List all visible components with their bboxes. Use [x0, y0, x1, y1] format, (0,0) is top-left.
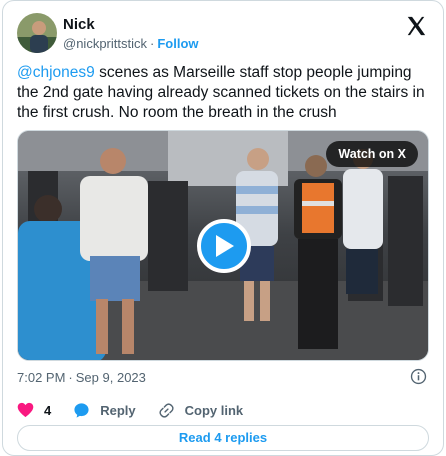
link-icon [159, 402, 174, 418]
like-button[interactable]: 4 [17, 402, 51, 418]
reply-button[interactable]: Reply [73, 402, 136, 419]
copy-link-button[interactable]: Copy link [158, 402, 244, 419]
author-handle[interactable]: @nickprittstick [63, 36, 147, 51]
reply-label: Reply [100, 402, 136, 418]
heart-icon [17, 402, 34, 418]
copy-link-label: Copy link [184, 402, 244, 418]
separator: · [68, 370, 73, 385]
mention-link[interactable]: @chjones9 [17, 64, 95, 81]
avatar[interactable] [17, 13, 57, 53]
reply-bubble-icon [74, 402, 89, 418]
x-logo-icon[interactable] [405, 15, 427, 37]
video-media[interactable]: Watch on X [17, 130, 429, 361]
play-icon [216, 235, 234, 257]
tweet-text: @chjones9 scenes as Marseille staff stop… [17, 63, 429, 123]
play-button[interactable] [197, 219, 251, 273]
tweet-card: Nick @nickprittstick · Follow @chjones9 sc… [2, 0, 444, 456]
like-count: 4 [44, 402, 52, 418]
follow-button[interactable]: Follow [157, 36, 198, 51]
watch-on-x-button[interactable]: Watch on X [326, 141, 418, 167]
timestamp-row[interactable]: 7:02 PM · Sep 9, 2023 [17, 370, 146, 385]
info-icon[interactable] [410, 368, 427, 385]
read-replies-button[interactable]: Read 4 replies [17, 425, 429, 451]
tweet-time: 7:02 PM [17, 370, 66, 385]
action-bar: 4 Reply Copy link [17, 401, 429, 419]
separator: · [150, 36, 155, 51]
tweet-date: Sep 9, 2023 [75, 370, 146, 385]
author-name[interactable]: Nick [63, 16, 95, 33]
author-handle-row: @nickprittstick · Follow [63, 36, 199, 51]
